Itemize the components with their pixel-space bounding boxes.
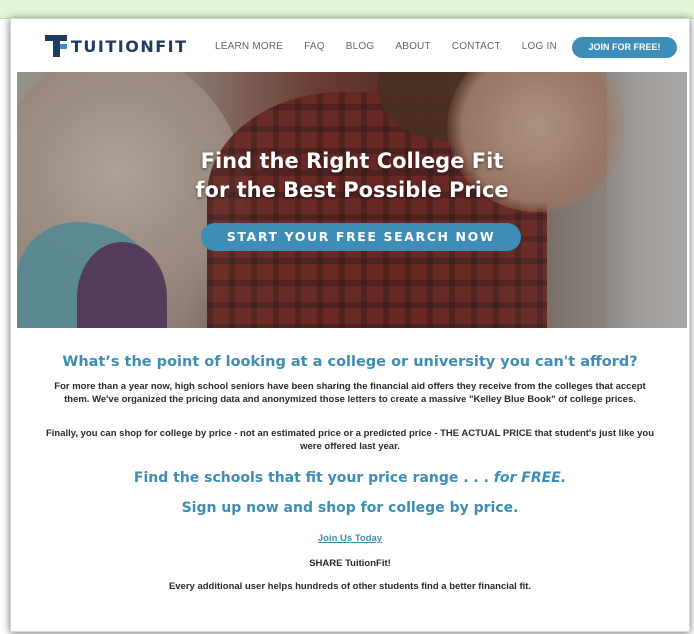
browser-frame: TUITIONFIT LEARN MORE FAQ BLOG ABOUT CON… <box>10 18 690 632</box>
start-free-search-button[interactable]: START YOUR FREE SEARCH NOW <box>201 223 521 251</box>
nav-blog[interactable]: BLOG <box>346 41 375 52</box>
price-range-heading: Find the schools that fit your price ran… <box>11 470 689 486</box>
price-range-heading-free: for FREE. <box>493 470 567 486</box>
nav-links: LEARN MORE FAQ BLOG ABOUT CONTACT LOG IN <box>215 41 578 52</box>
top-navigation: TUITIONFIT LEARN MORE FAQ BLOG ABOUT CON… <box>11 19 689 72</box>
join-for-free-button[interactable]: JOIN FOR FREE! <box>572 37 677 58</box>
share-text: SHARE TuitionFit! <box>309 558 391 569</box>
price-range-heading-text: Find the schools that fit your price ran… <box>133 470 494 486</box>
hero-banner: Find the Right College Fit for the Best … <box>17 72 687 328</box>
main-content: What’s the point of looking at a college… <box>11 328 689 631</box>
every-user-text: Every additional user helps hundreds of … <box>168 581 532 592</box>
logo-icon <box>45 35 67 57</box>
intro-paragraph: For more than a year now, high school se… <box>54 381 646 405</box>
brand-logo[interactable]: TUITIONFIT <box>45 35 188 57</box>
nav-contact[interactable]: CONTACT <box>452 41 501 52</box>
brand-name: TUITIONFIT <box>71 36 188 56</box>
hero-title: Find the Right College Fit for the Best … <box>17 147 687 205</box>
hero-title-line-2: for the Best Possible Price <box>195 178 509 202</box>
top-strip <box>0 0 694 19</box>
content-headline: What’s the point of looking at a college… <box>62 354 638 370</box>
price-paragraph: Finally, you can shop for college by pri… <box>45 428 655 452</box>
join-us-today-link-row: Join Us Today <box>11 533 689 544</box>
nav-log-in[interactable]: LOG IN <box>522 41 557 52</box>
nav-faq[interactable]: FAQ <box>304 41 325 52</box>
join-us-today-link[interactable]: Join Us Today <box>318 533 382 544</box>
signup-heading: Sign up now and shop for college by pric… <box>181 500 519 516</box>
nav-learn-more[interactable]: LEARN MORE <box>215 41 283 52</box>
hero-title-line-1: Find the Right College Fit <box>200 149 504 173</box>
nav-about[interactable]: ABOUT <box>395 41 430 52</box>
